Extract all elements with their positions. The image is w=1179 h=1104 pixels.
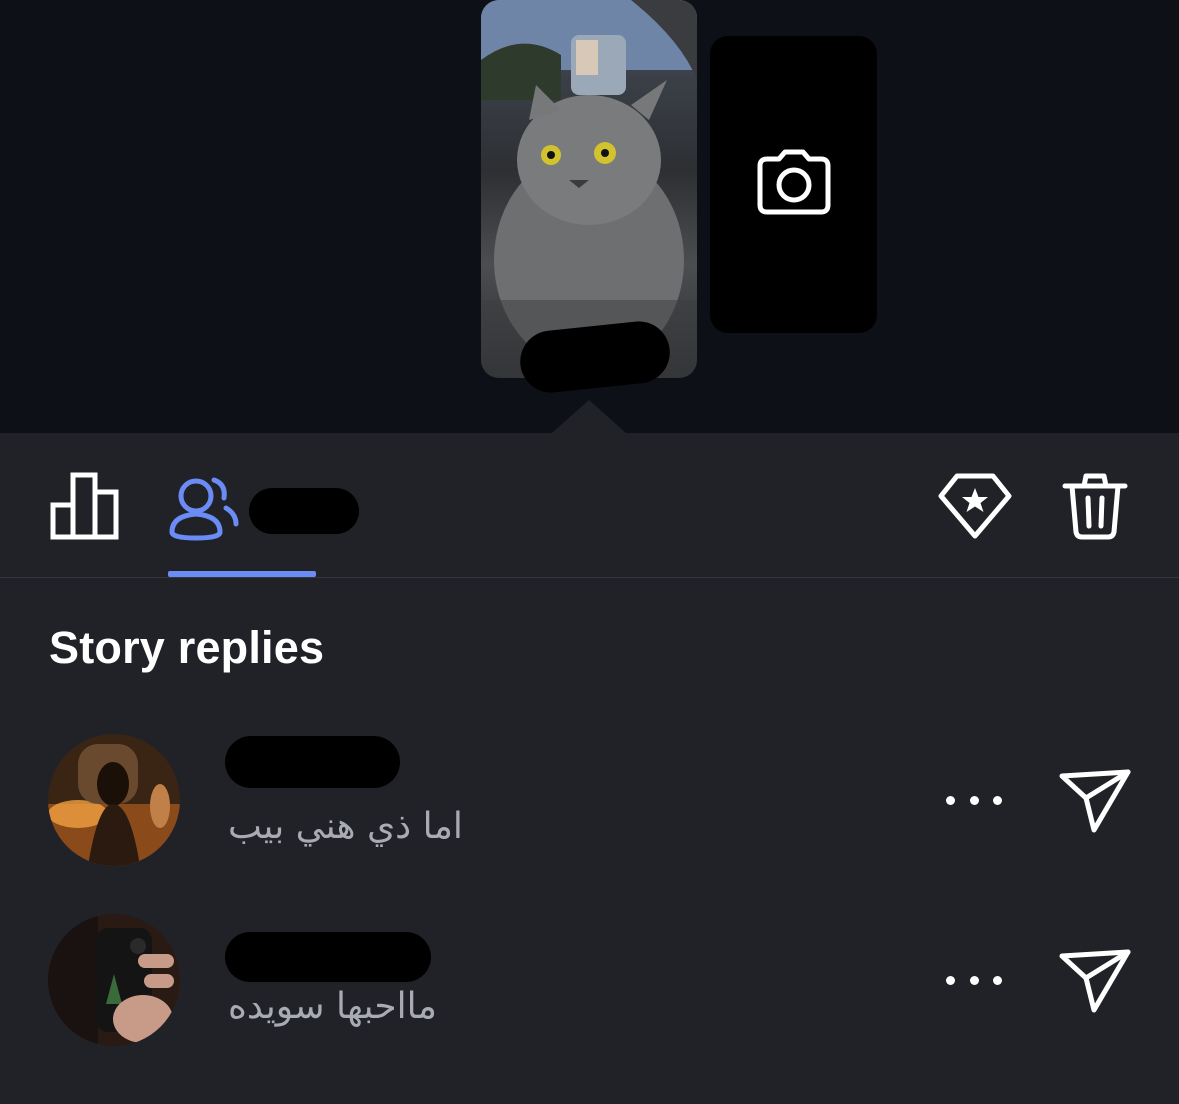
- send-icon[interactable]: [1058, 948, 1132, 1014]
- redaction-username: [225, 932, 431, 982]
- active-tab-indicator: [168, 571, 316, 577]
- add-story-button[interactable]: [710, 36, 877, 333]
- people-icon[interactable]: [168, 474, 240, 542]
- more-dot: [969, 975, 979, 985]
- cat-photo: [481, 0, 697, 378]
- more-dot: [946, 975, 955, 985]
- more-horizontal-icon[interactable]: [946, 780, 1002, 820]
- reply-message: اما ذي هني بيب: [228, 806, 463, 847]
- reply-row: مااحبها سويده: [0, 910, 1179, 1050]
- more-dot: [969, 795, 979, 805]
- reply-row: اما ذي هني بيب: [0, 730, 1179, 870]
- more-dot: [993, 975, 1002, 985]
- redaction-username: [225, 736, 400, 788]
- bar-chart-icon[interactable]: [50, 472, 120, 540]
- reply-message: مااحبها سويده: [228, 986, 437, 1027]
- section-title: Story replies: [49, 622, 325, 673]
- avatar-image: [48, 734, 180, 866]
- avatar[interactable]: [48, 914, 180, 1046]
- diamond-star-icon[interactable]: [937, 472, 1013, 540]
- more-horizontal-icon[interactable]: [946, 960, 1002, 1000]
- story-thumbnail[interactable]: [481, 0, 697, 378]
- preview-pointer: [552, 400, 626, 433]
- redaction-viewer-count: [249, 488, 359, 534]
- camera-icon: [757, 149, 831, 215]
- more-dot: [946, 795, 955, 805]
- avatar[interactable]: [48, 734, 180, 866]
- more-dot: [993, 795, 1002, 805]
- send-icon[interactable]: [1058, 768, 1132, 834]
- avatar-image: [48, 914, 180, 1046]
- trash-icon[interactable]: [1062, 472, 1128, 540]
